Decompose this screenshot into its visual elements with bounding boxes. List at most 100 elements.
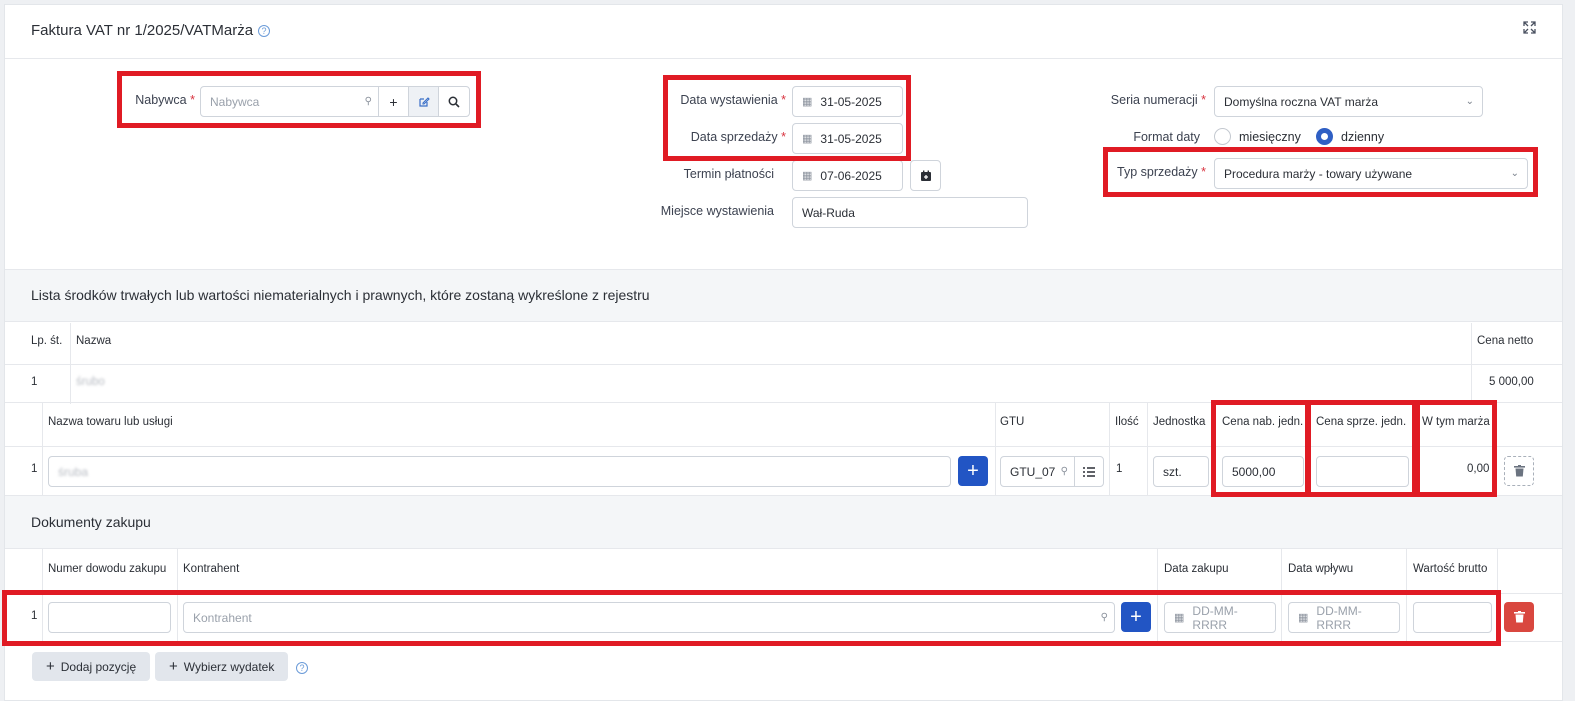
delete-item-button[interactable]: [1504, 456, 1534, 486]
header-divider: [5, 58, 1562, 59]
search-icon: ⚲: [1060, 466, 1068, 477]
calendar-icon: ▦: [1298, 612, 1309, 624]
col-sell-price: Cena sprze. jedn.: [1316, 416, 1407, 428]
asset-row-net: 5 000,00: [1489, 376, 1534, 388]
add-position-button[interactable]: + Dodaj pozycję: [32, 652, 151, 681]
row-divider: [5, 364, 1562, 365]
add-item-button[interactable]: +: [958, 456, 988, 486]
row-divider: [5, 446, 1562, 447]
trash-icon: [1513, 611, 1525, 623]
gtu-list-button[interactable]: [1074, 456, 1104, 487]
radio-daily-label: dzienny: [1341, 130, 1385, 144]
sale-date-input[interactable]: ▦ 31-05-2025: [792, 123, 903, 154]
item-row-lp: 1: [31, 463, 38, 475]
col-contractor: Kontrahent: [183, 563, 240, 575]
plus-icon: +: [389, 93, 398, 110]
calendar-icon: ▦: [802, 96, 813, 108]
col-qty: Ilość: [1115, 416, 1139, 428]
unit-input[interactable]: szt.: [1153, 456, 1209, 487]
asset-row-name: śrubo: [76, 376, 105, 388]
add-contractor-button[interactable]: +: [1121, 602, 1151, 632]
help-icon[interactable]: ?: [296, 660, 308, 674]
place-label: Miejsce wystawienia: [660, 204, 774, 218]
col-margin: W tym marża: [1422, 416, 1490, 428]
expand-icon[interactable]: [1523, 21, 1536, 38]
purchase-date-input[interactable]: ▦ DD-MM-RRRR: [1164, 602, 1276, 633]
sale-type-select[interactable]: Procedura marży - towary używane ⌄: [1214, 158, 1528, 189]
col-doc-number: Numer dowodu zakupu: [48, 563, 167, 575]
col-divider: [42, 403, 43, 495]
sale-type-label: Typ sprzedaży *: [1117, 165, 1206, 179]
row-divider: [5, 641, 1562, 642]
radio-monthly[interactable]: [1214, 128, 1231, 145]
col-name: Nazwa: [76, 335, 112, 347]
col-gross-value: Wartość brutto: [1413, 563, 1488, 575]
help-icon[interactable]: ?: [258, 25, 271, 38]
row-divider: [5, 593, 1562, 594]
row-divider: [5, 402, 1562, 403]
col-divider: [995, 403, 996, 495]
magnifier-icon: [448, 96, 460, 108]
edit-icon: [418, 96, 430, 107]
col-divider: [1406, 549, 1407, 641]
item-name-input[interactable]: śruba: [48, 456, 951, 487]
add-buyer-button[interactable]: +: [378, 86, 409, 117]
search-icon: ⚲: [1100, 612, 1108, 623]
series-label: Seria numeracji *: [1110, 93, 1206, 107]
edit-buyer-button[interactable]: [408, 86, 439, 117]
col-net-price: Cena netto: [1477, 335, 1534, 347]
search-buyer-button[interactable]: [438, 86, 470, 117]
series-select[interactable]: Domyślna roczna VAT marża ⌄: [1214, 86, 1483, 117]
purchase-title: Dokumenty zakupu: [31, 514, 151, 530]
choose-expense-button[interactable]: + Wybierz wydatek: [155, 652, 289, 681]
invoice-card: Faktura VAT nr 1/2025/VATMarża? Nabywca …: [4, 4, 1563, 701]
purchase-section-header: [5, 495, 1562, 549]
delete-purchase-button[interactable]: [1504, 602, 1534, 632]
col-unit: Jednostka: [1153, 416, 1206, 428]
calendar-icon: ▦: [802, 170, 813, 182]
date-format-label: Format daty: [1133, 130, 1200, 144]
calendar-icon: ▦: [802, 133, 813, 145]
radio-daily[interactable]: [1316, 128, 1333, 145]
issue-date-input[interactable]: ▦ 31-05-2025: [792, 86, 903, 117]
sell-price-input[interactable]: [1316, 456, 1409, 487]
inflow-date-input[interactable]: ▦ DD-MM-RRRR: [1288, 602, 1400, 633]
doc-number-input[interactable]: [48, 602, 171, 633]
calendar-plus-icon: [920, 170, 931, 181]
gross-value-input[interactable]: [1413, 602, 1492, 633]
radio-monthly-label: miesięczny: [1239, 130, 1301, 144]
plus-icon: +: [967, 459, 979, 482]
plus-icon: +: [46, 658, 55, 675]
contractor-input[interactable]: Kontrahent ⚲: [183, 602, 1115, 633]
col-buy-price: Cena nab. jedn.: [1222, 416, 1304, 428]
place-input[interactable]: Wał-Ruda: [792, 197, 1028, 228]
chevron-down-icon: ⌄: [1465, 96, 1474, 107]
col-divider: [1157, 549, 1158, 641]
col-divider: [1281, 549, 1282, 641]
col-item-name: Nazwa towaru lub usługi: [48, 416, 173, 428]
col-divider: [1147, 403, 1148, 495]
buyer-input[interactable]: Nabywca ⚲: [200, 86, 379, 117]
calendar-icon: ▦: [1174, 612, 1185, 624]
asset-row-lp: 1: [31, 376, 38, 388]
buyer-label: Nabywca *: [135, 93, 195, 107]
page-title-text: Faktura VAT nr 1/2025/VATMarża: [31, 22, 254, 39]
col-divider: [1109, 403, 1110, 495]
gtu-input[interactable]: GTU_07 ⚲: [1000, 456, 1075, 487]
col-gtu: GTU: [1000, 416, 1025, 428]
col-divider: [177, 549, 178, 641]
payment-date-label: Termin płatności: [683, 167, 774, 181]
col-divider: [1497, 549, 1498, 641]
payment-date-input[interactable]: ▦ 07-06-2025: [792, 160, 903, 191]
col-lp: Lp. śt.: [31, 335, 63, 347]
trash-icon: [1513, 465, 1525, 477]
buy-price-input[interactable]: 5000,00: [1222, 456, 1304, 487]
plus-icon: +: [1130, 605, 1142, 628]
payment-calendar-button[interactable]: [910, 160, 941, 191]
search-icon: ⚲: [364, 96, 372, 107]
item-qty: 1: [1116, 463, 1123, 475]
chevron-down-icon: ⌄: [1510, 168, 1519, 179]
buyer-placeholder: Nabywca: [210, 94, 260, 109]
plus-icon: +: [169, 658, 178, 675]
col-divider: [42, 549, 43, 641]
